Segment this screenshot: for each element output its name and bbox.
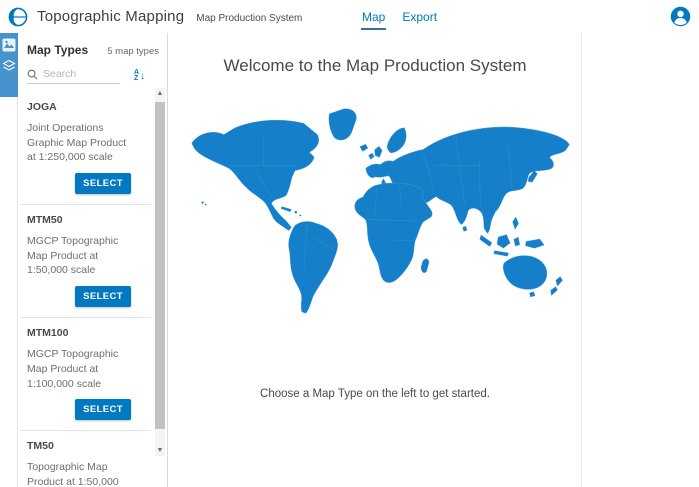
map-type-name: TM50 <box>27 440 131 452</box>
chevron-down-icon[interactable]: ▼ <box>155 445 165 456</box>
map-type-list: JOGA Joint Operations Graphic Map Produc… <box>18 92 167 487</box>
map-types-panel: Map Types 5 map types AZ ↓ JOGA Joint Op… <box>18 33 168 487</box>
chevron-up-icon[interactable]: ▲ <box>155 88 165 99</box>
tool-rail-active-group <box>0 33 18 97</box>
map-type-description: MGCP Topographic Map Product at 1:100,00… <box>27 347 131 391</box>
select-button-mtm50[interactable]: SELECT <box>75 286 131 307</box>
map-type-description: Topographic Map Product at 1:50,000 scal… <box>27 460 131 487</box>
instruction-text: Choose a Map Type on the left to get sta… <box>169 388 581 400</box>
top-tabs: Map Export <box>361 0 438 33</box>
search-icon <box>27 69 38 80</box>
app-header: Topographic Mapping Map Production Syste… <box>0 0 699 33</box>
panel-header: Map Types 5 map types <box>18 33 167 57</box>
list-item-tm50: TM50 Topographic Map Product at 1:50,000… <box>20 430 151 487</box>
user-avatar-icon[interactable] <box>670 6 691 27</box>
list-item-mtm100: MTM100 MGCP Topographic Map Product at 1… <box>20 317 151 430</box>
map-type-name: JOGA <box>27 101 131 113</box>
select-button-mtm100[interactable]: SELECT <box>75 399 131 420</box>
map-type-name: MTM100 <box>27 327 131 339</box>
list-item-mtm50: MTM50 MGCP Topographic Map Product at 1:… <box>20 204 151 317</box>
search-row: AZ ↓ <box>27 68 159 84</box>
tool-rail <box>0 33 18 487</box>
select-button-joga[interactable]: SELECT <box>75 173 131 194</box>
globe-icon <box>8 7 28 27</box>
tab-export[interactable]: Export <box>401 3 438 30</box>
app-title: Topographic Mapping <box>37 8 184 25</box>
sidebar-scrollbar[interactable]: ▲ ▼ <box>155 88 165 456</box>
main-panel: Welcome to the Map Production System <box>169 33 582 487</box>
search-box[interactable] <box>27 68 120 84</box>
search-input[interactable] <box>43 68 115 80</box>
sort-az-icon[interactable]: AZ ↓ <box>134 70 145 83</box>
panel-title: Map Types <box>27 43 88 57</box>
map-type-description: MGCP Topographic Map Product at 1:50,000… <box>27 234 131 278</box>
scrollbar-thumb[interactable] <box>155 102 165 429</box>
layers-icon[interactable] <box>2 59 16 73</box>
map-image-icon[interactable] <box>2 38 16 52</box>
list-item-joga: JOGA Joint Operations Graphic Map Produc… <box>18 92 167 204</box>
tab-map[interactable]: Map <box>361 3 386 30</box>
world-map <box>175 100 575 328</box>
map-type-name: MTM50 <box>27 214 131 226</box>
welcome-title: Welcome to the Map Production System <box>169 56 581 76</box>
map-type-count: 5 map types <box>107 46 159 57</box>
map-type-description: Joint Operations Graphic Map Product at … <box>27 121 131 165</box>
app-subtitle: Map Production System <box>196 10 302 24</box>
